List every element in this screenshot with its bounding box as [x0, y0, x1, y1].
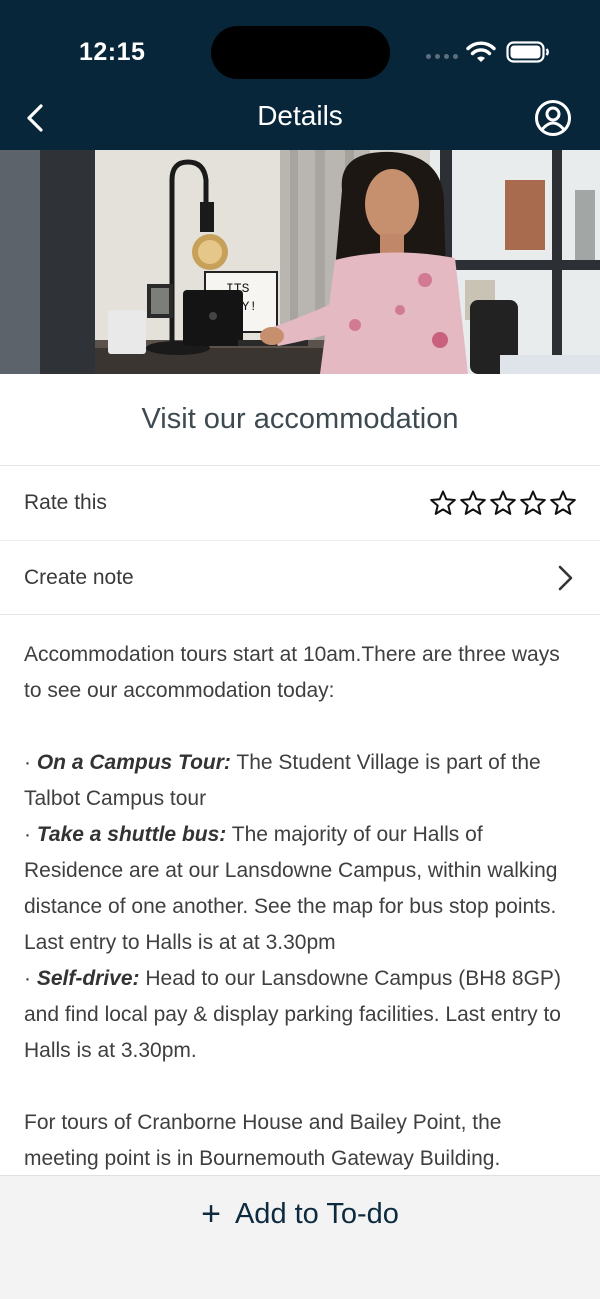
bullet: · [24, 751, 31, 774]
page-title: Details [257, 100, 343, 131]
option-self-drive: · Self-drive: Head to our Lansdowne Camp… [24, 961, 580, 1069]
bullet: · [24, 967, 31, 990]
option-heading: On a Campus Tour: [36, 751, 231, 774]
cellular-signal-icon [426, 54, 458, 60]
option-campus-tour: · On a Campus Tour: The Student Village … [24, 745, 580, 817]
battery-icon [506, 41, 549, 63]
bullet: · [24, 823, 31, 846]
plus-icon: + [201, 1195, 221, 1233]
chevron-left-icon [27, 104, 43, 132]
option-shuttle-bus: · Take a shuttle bus: The majority of ou… [24, 817, 580, 961]
star-icon-3[interactable] [489, 489, 517, 517]
profile-button[interactable] [533, 98, 573, 138]
rate-label: Rate this [24, 491, 107, 514]
star-icon-1[interactable] [429, 489, 457, 517]
star-icon-4[interactable] [519, 489, 547, 517]
event-description: Accommodation tours start at 10am.There … [24, 637, 580, 1177]
option-heading: Take a shuttle bus: [36, 823, 227, 846]
star-icon-5[interactable] [549, 489, 577, 517]
dynamic-island [211, 26, 390, 79]
app-header: 12:15 Details [0, 0, 600, 150]
event-title: Visit our accommodation [141, 403, 459, 435]
chevron-right-icon [558, 565, 573, 591]
create-note-row[interactable]: Create note [0, 541, 600, 615]
wifi-icon [466, 41, 496, 62]
description-footer: For tours of Cranborne House and Bailey … [24, 1111, 502, 1170]
create-note-label: Create note [24, 566, 134, 589]
hero-image: ITS DAY! [0, 150, 600, 374]
event-title-row: Visit our accommodation [0, 374, 600, 466]
star-icon-2[interactable] [459, 489, 487, 517]
user-circle-icon [535, 100, 571, 136]
option-heading: Self-drive: [36, 967, 140, 990]
add-to-todo-button[interactable]: + Add to To-do [0, 1191, 600, 1237]
back-button[interactable] [18, 98, 52, 138]
status-time: 12:15 [79, 38, 146, 66]
description-intro: Accommodation tours start at 10am.There … [24, 643, 560, 702]
add-to-todo-label: Add to To-do [234, 1197, 399, 1230]
